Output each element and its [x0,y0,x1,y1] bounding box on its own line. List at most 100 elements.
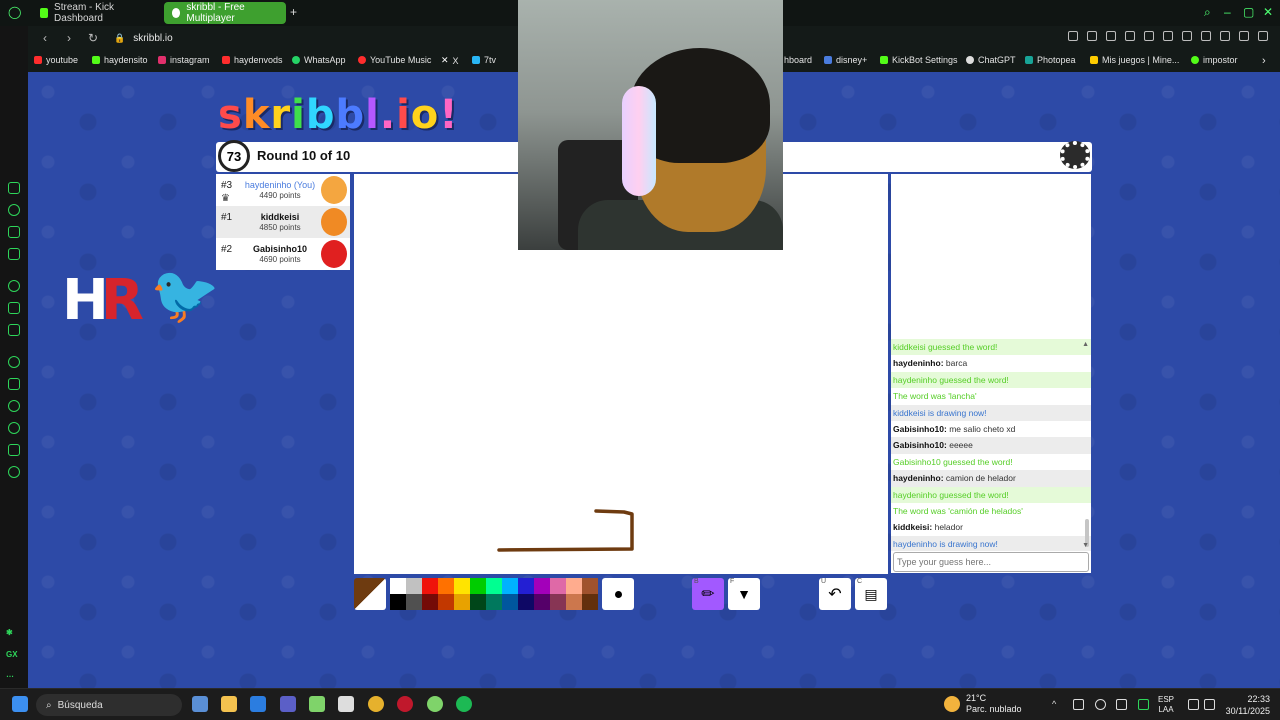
color-swatch[interactable] [422,594,438,610]
puzzle-icon[interactable] [1201,31,1211,41]
bookmark-haydenvods[interactable]: haydenvods [222,55,283,65]
volume-icon[interactable] [1204,699,1215,710]
bookmark-dashboard[interactable]: hboard [784,55,812,65]
guess-input[interactable] [893,552,1089,572]
chat-log[interactable]: kiddkeisi guessed the word! haydeninho: … [891,339,1091,551]
bookmark-whatsapp[interactable]: WhatsApp [292,55,346,65]
color-swatch[interactable] [454,594,470,610]
sidebar-more-icon[interactable]: … [6,670,14,679]
windows-start-icon[interactable] [12,696,28,712]
color-swatch[interactable] [518,578,534,594]
sidebar-telegram-icon[interactable] [8,324,20,336]
player-row[interactable]: #1 kiddkeisi 4850 points [216,206,350,238]
color-swatch[interactable] [502,578,518,594]
bookmark-7tv[interactable]: 7tv [472,55,496,65]
bookmark-impostor[interactable]: impostor [1191,55,1238,65]
maximize-icon[interactable]: ▢ [1243,5,1254,19]
clock[interactable]: 22:33 30/11/2025 [1226,693,1270,717]
sidebar-settings-icon[interactable] [8,466,20,478]
bookmark-youtube[interactable]: youtube [34,55,78,65]
color-swatch[interactable] [438,578,454,594]
bookmark-photopea[interactable]: Photopea [1025,55,1076,65]
play-icon[interactable] [1144,31,1154,41]
settings-gear-icon[interactable] [1060,141,1090,169]
color-swatch[interactable] [486,578,502,594]
color-swatch[interactable] [582,594,598,610]
bookmark-mis-juegos[interactable]: Mis juegos | Mine... [1090,55,1179,65]
sidebar-history-icon[interactable] [8,422,20,434]
search-tabs-icon[interactable]: ⌕ [1204,5,1211,20]
sidebar-music-icon[interactable] [8,356,20,368]
download-icon[interactable] [1239,31,1249,41]
app-icon[interactable] [338,696,354,712]
sidebar-refresh-icon[interactable] [8,204,20,216]
color-swatch[interactable] [518,594,534,610]
chrome-icon[interactable] [368,696,384,712]
chat-scroll-up-icon[interactable]: ▲ [1082,341,1089,348]
color-swatch[interactable] [470,594,486,610]
bookmark-youtube-music[interactable]: YouTube Music [358,55,431,65]
opera-menu-icon[interactable]: ◯ [8,5,21,19]
bookmark-disney[interactable]: disney+ [824,55,867,65]
sidebar-heart-icon[interactable] [8,400,20,412]
task-view-icon[interactable] [192,696,208,712]
color-swatch[interactable] [534,594,550,610]
color-swatch[interactable] [502,594,518,610]
close-window-icon[interactable]: ✕ [1263,5,1273,19]
opera-gx-icon[interactable] [397,696,413,712]
taskbar-search[interactable]: ⌕ Búsqueda [36,694,182,716]
player-row[interactable]: #2 Gabisinho10 4690 points [216,238,350,270]
fill-tool-button[interactable]: F ▼ [728,578,760,610]
spotify-icon[interactable] [456,696,472,712]
network-icon[interactable] [1188,699,1199,710]
screenshot-icon[interactable] [1087,31,1097,41]
forward-icon[interactable]: › [62,31,76,45]
pin-icon[interactable] [1068,31,1078,41]
color-swatch[interactable] [390,594,406,610]
color-swatch[interactable] [486,594,502,610]
translate-icon[interactable] [1125,31,1135,41]
color-swatch[interactable] [406,594,422,610]
clear-button[interactable]: C ▤ [855,578,887,610]
store-icon[interactable] [250,696,266,712]
color-swatch[interactable] [582,578,598,594]
minimize-icon[interactable]: – [1224,5,1231,19]
tab-skribbl[interactable]: skribbl - Free Multiplayer [164,2,286,24]
pencil-tool-button[interactable]: B ✏ [692,578,724,610]
file-explorer-icon[interactable] [221,696,237,712]
shield-icon[interactable] [1106,31,1116,41]
sidebar-whatsapp-icon[interactable] [8,280,20,292]
brush-size-button[interactable] [602,578,634,610]
bookmark-kickbot[interactable]: KickBot Settings [880,55,958,65]
weather-widget[interactable]: 21°C Parc. nublado [944,693,1022,715]
color-swatch[interactable] [438,594,454,610]
sidebar-twitch-icon[interactable] [8,302,20,314]
sidebar-app-icon[interactable] [8,248,20,260]
color-swatch[interactable] [550,594,566,610]
sidebar-gx-icon[interactable]: ✱ [6,628,13,637]
language-indicator[interactable]: ESP LAA [1158,695,1174,715]
color-swatch[interactable] [534,578,550,594]
undo-button[interactable]: U ↶ [819,578,851,610]
color-swatch[interactable] [422,578,438,594]
notepad-icon[interactable] [309,696,325,712]
bookmark-instagram[interactable]: instagram [158,55,210,65]
teams-icon[interactable] [280,696,296,712]
url-field[interactable]: 🔒 skribbl.io [114,33,173,44]
sidebar-download-icon[interactable] [8,444,20,456]
sidebar-app-icon[interactable] [8,182,20,194]
bookmark-haydensito[interactable]: haydensito [92,55,148,65]
tray-app-icon[interactable] [1116,699,1127,710]
microphone-icon[interactable] [1138,699,1149,710]
color-swatch[interactable] [566,578,582,594]
bookmark-x[interactable]: ✕ X [441,55,459,66]
extension-icon[interactable] [1182,31,1192,41]
heart-icon[interactable] [1163,31,1173,41]
tray-app-icon[interactable] [1095,699,1106,710]
color-swatch[interactable] [390,578,406,594]
back-icon[interactable]: ‹ [38,31,52,45]
current-color-swatch[interactable] [354,578,386,610]
reload-icon[interactable]: ↻ [86,31,100,45]
color-swatch[interactable] [566,594,582,610]
color-swatch[interactable] [454,578,470,594]
